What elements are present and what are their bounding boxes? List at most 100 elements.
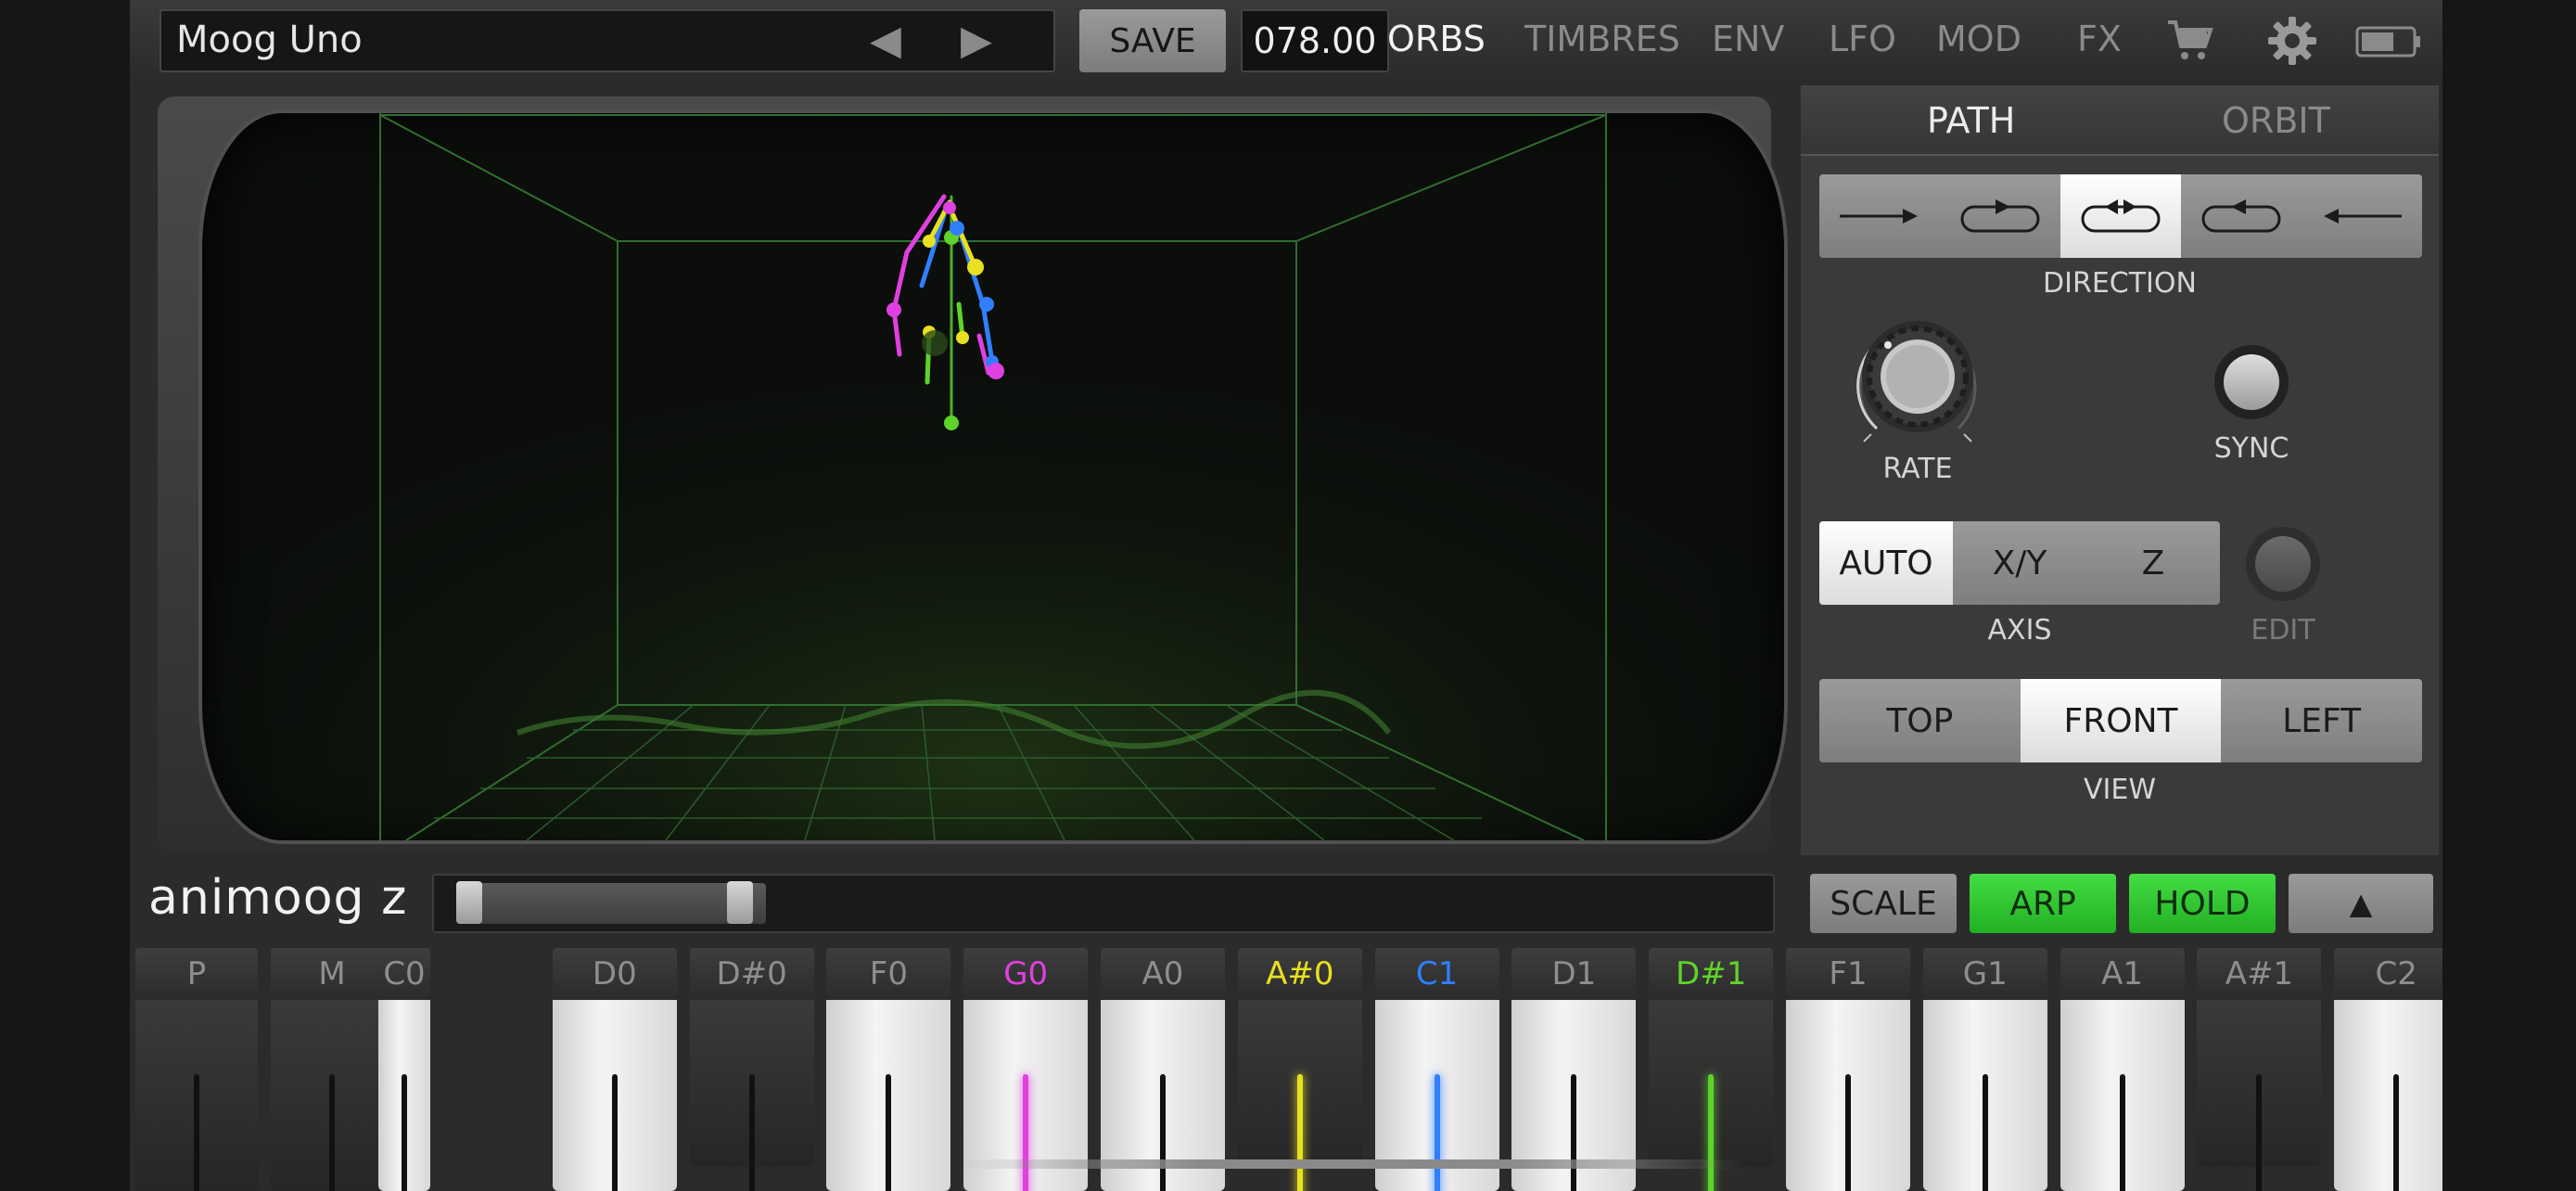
piano-key[interactable]: C1: [1374, 948, 1499, 1191]
slider-left-handle[interactable]: [456, 881, 482, 924]
direction-reverse-button[interactable]: [2302, 174, 2422, 258]
key-label: F1: [1786, 948, 1910, 1000]
view-selector: TOP FRONT LEFT: [1819, 679, 2422, 762]
axis-label: AXIS: [1987, 614, 2052, 647]
edit-button[interactable]: [2246, 527, 2320, 601]
sync-knob-cap: [2224, 354, 2279, 410]
orb-blue: [979, 297, 994, 312]
tab-orbs[interactable]: ORBS: [1387, 19, 1486, 59]
piano-key[interactable]: A0: [1101, 948, 1225, 1191]
key-label: A#0: [1237, 948, 1362, 1000]
orb-display-frame: [158, 96, 1788, 853]
axis-xy-button[interactable]: X/Y: [1953, 521, 2086, 605]
expand-keyboard-button[interactable]: ▲: [2289, 874, 2433, 933]
orb-magenta: [943, 201, 956, 214]
panel-tabs: PATH ORBIT: [1801, 85, 2439, 156]
key-strip: [2119, 1074, 2125, 1191]
view-left-button[interactable]: LEFT: [2221, 679, 2422, 762]
direction-selector: [1819, 174, 2422, 258]
tab-fx[interactable]: FX: [2077, 19, 2122, 59]
key-label: F0: [826, 948, 951, 1000]
piano-key[interactable]: F0: [826, 948, 951, 1191]
pitch-key[interactable]: P: [135, 948, 258, 1191]
tab-mod[interactable]: MOD: [1936, 19, 2021, 59]
mod-key[interactable]: M: [271, 948, 393, 1191]
arrow-right-icon: [1840, 209, 1918, 224]
axis-auto-button[interactable]: AUTO: [1819, 521, 1953, 605]
orb-3d-view: [202, 113, 1784, 840]
preset-selector[interactable]: Moog Uno ◀ ▶: [159, 9, 1055, 72]
key-strip: [2256, 1074, 2263, 1191]
key-strip: [194, 1074, 199, 1191]
slider-right-handle[interactable]: [727, 881, 753, 924]
orb-yellow: [956, 331, 969, 344]
piano-key[interactable]: G1: [1922, 948, 2047, 1191]
battery-icon: [2355, 26, 2422, 61]
key-label: A#1: [2197, 948, 2322, 1000]
key-label: M: [271, 948, 393, 1000]
key-label: C2: [2334, 948, 2442, 1000]
edit-label: EDIT: [2251, 614, 2315, 647]
piano-key[interactable]: A#1: [2197, 948, 2322, 1191]
piano-key[interactable]: D0: [552, 948, 677, 1191]
piano-key[interactable]: A#0: [1237, 948, 1362, 1191]
direction-forward-button[interactable]: [1819, 174, 1940, 258]
tab-divider: [1801, 154, 2439, 156]
tempo-display[interactable]: 078.00: [1241, 9, 1389, 72]
rate-knob[interactable]: [1849, 315, 1986, 445]
direction-forward-loop-button[interactable]: [1940, 174, 2060, 258]
key-strip: [748, 1074, 755, 1191]
save-button[interactable]: SAVE: [1079, 9, 1226, 72]
top-bar: Moog Uno ◀ ▶ SAVE 078.00 ORBS TIMBRES EN…: [130, 0, 2442, 83]
next-preset-icon[interactable]: ▶: [961, 17, 992, 64]
piano-key[interactable]: D#0: [689, 948, 814, 1191]
key-label: P: [135, 948, 258, 1000]
key-strip: [886, 1074, 892, 1191]
direction-reverse-loop-button[interactable]: [2181, 174, 2302, 258]
key-strip: [1296, 1074, 1303, 1191]
piano-key[interactable]: C0: [378, 948, 430, 1191]
key-strip: [1160, 1074, 1166, 1191]
key-strip: [402, 1074, 407, 1191]
scale-button[interactable]: SCALE: [1810, 874, 1957, 933]
orb-magenta: [988, 363, 1004, 379]
view-top-button[interactable]: TOP: [1819, 679, 2021, 762]
sync-button[interactable]: [2214, 345, 2289, 419]
axis-z-button[interactable]: Z: [2086, 521, 2220, 605]
piano-key[interactable]: C2: [2334, 948, 2442, 1191]
tab-env[interactable]: ENV: [1712, 19, 1784, 59]
tab-lfo[interactable]: LFO: [1829, 19, 1896, 59]
gear-icon[interactable]: [2266, 15, 2318, 70]
key-label: G0: [963, 948, 1089, 1000]
orb-magenta: [886, 302, 901, 317]
loop-forward-icon: [1960, 199, 2040, 233]
tab-path[interactable]: PATH: [1927, 100, 2015, 141]
arp-button[interactable]: ARP: [1970, 874, 2116, 933]
edit-knob-cap: [2255, 536, 2311, 592]
orb-yellow: [967, 259, 984, 275]
direction-bounce-button[interactable]: [2060, 174, 2181, 258]
piano-key[interactable]: F1: [1786, 948, 1910, 1191]
cart-icon[interactable]: [2166, 17, 2214, 67]
key-strip: [1434, 1074, 1440, 1191]
orb-display[interactable]: [198, 109, 1788, 844]
piano-key[interactable]: A1: [2060, 948, 2185, 1191]
orb-settings-panel: PATH ORBIT DIRECTION RATE SYNC AUTO X/Y …: [1801, 85, 2439, 855]
piano-key[interactable]: G0: [963, 948, 1089, 1191]
loop-bounce-icon: [2081, 199, 2161, 233]
hold-button[interactable]: HOLD: [2129, 874, 2276, 933]
tab-orbit[interactable]: ORBIT: [2222, 100, 2330, 141]
animoog-logo: animoog z: [148, 870, 408, 926]
key-strip: [1708, 1074, 1715, 1191]
animoog-app: Moog Uno ◀ ▶ SAVE 078.00 ORBS TIMBRES EN…: [130, 0, 2442, 1191]
prev-preset-icon[interactable]: ◀: [870, 17, 901, 64]
view-label: VIEW: [2084, 774, 2156, 806]
preset-name: Moog Uno: [176, 19, 363, 61]
key-strip: [1571, 1074, 1577, 1191]
view-front-button[interactable]: FRONT: [2020, 679, 2222, 762]
piano-key[interactable]: D1: [1511, 948, 1637, 1191]
keyboard-range-slider[interactable]: [432, 874, 1775, 933]
loop-reverse-icon: [2201, 199, 2281, 233]
tab-timbres[interactable]: TIMBRES: [1524, 19, 1680, 59]
piano-key[interactable]: D#1: [1649, 948, 1774, 1191]
